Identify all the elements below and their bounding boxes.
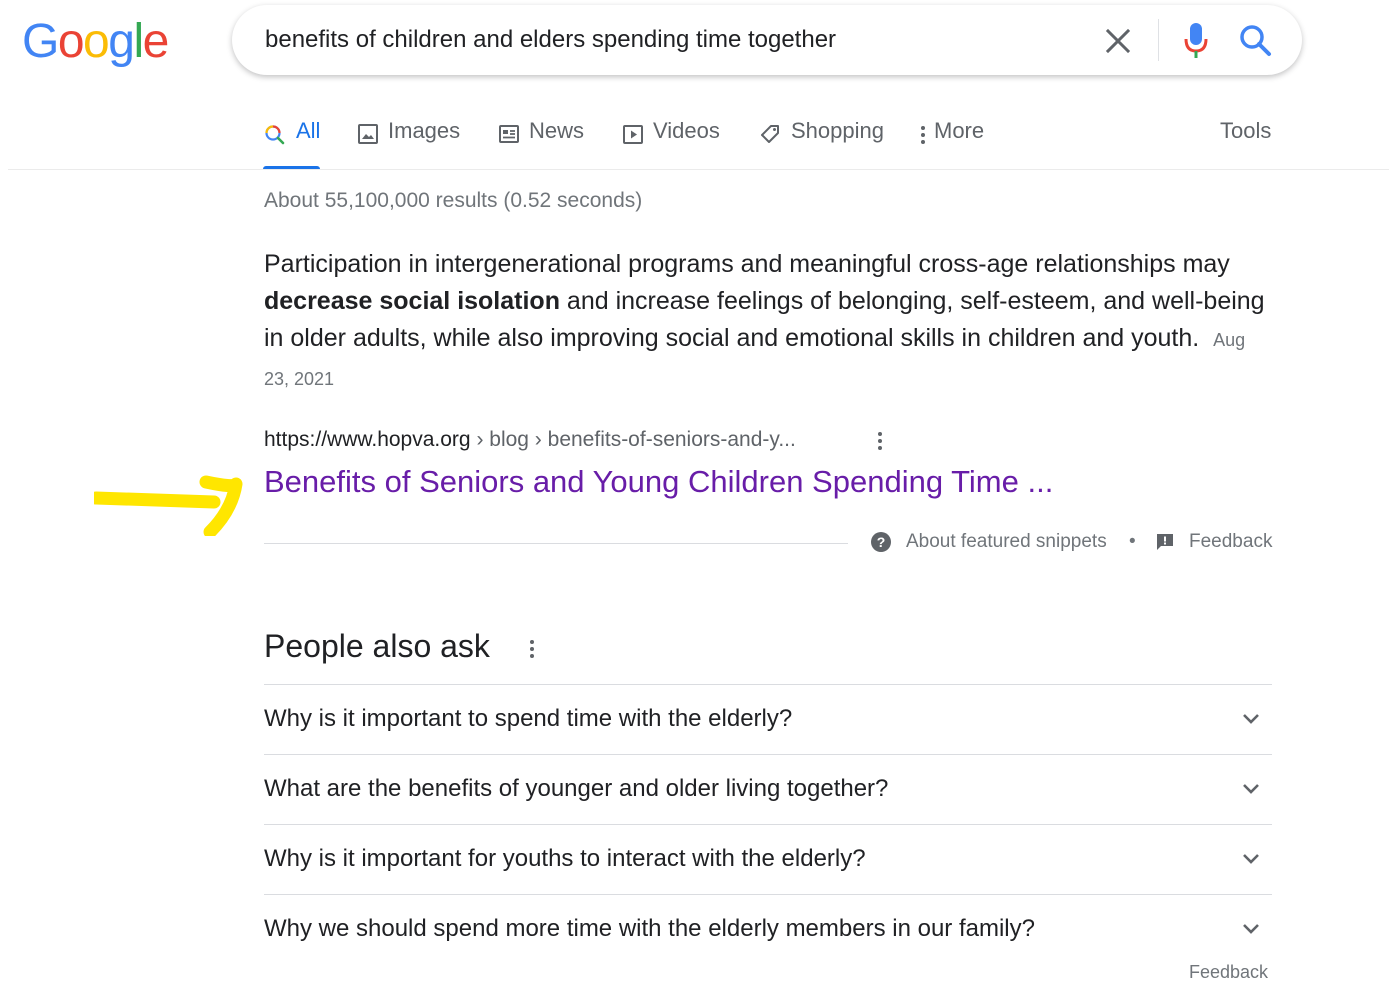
tab-all[interactable]: All [263, 118, 321, 170]
search-button[interactable] [1236, 21, 1276, 61]
tab-videos[interactable]: Videos [622, 118, 720, 170]
news-icon [499, 125, 519, 143]
paa-feedback-link[interactable]: Feedback [1189, 962, 1268, 983]
tag-icon [761, 125, 779, 143]
close-icon [1105, 28, 1131, 54]
svg-text:?: ? [877, 534, 886, 550]
search-input[interactable] [265, 5, 1085, 75]
tab-more[interactable]: More [918, 118, 984, 170]
paa-question[interactable]: What are the benefits of younger and old… [264, 754, 1272, 824]
logo-letter: o [83, 15, 110, 68]
paa-question[interactable]: Why is it important to spend time with t… [264, 684, 1272, 754]
tab-label: Videos [653, 118, 720, 143]
paa-question[interactable]: Why is it important for youths to intera… [264, 824, 1272, 894]
header-divider [8, 169, 1389, 170]
help-icon: ? [871, 532, 891, 552]
video-icon [623, 125, 643, 144]
chevron-down-icon [1243, 854, 1259, 864]
chevron-down-icon [1243, 784, 1259, 794]
paa-question[interactable]: Why we should spend more time with the e… [264, 894, 1272, 964]
tools-label: Tools [1220, 118, 1272, 143]
snippet-divider [264, 543, 848, 544]
paa-question-text: What are the benefits of younger and old… [264, 775, 889, 802]
featured-snippet-text: Participation in intergenerational progr… [264, 246, 1274, 398]
logo-letter: e [142, 15, 170, 68]
result-url[interactable]: https://www.hopva.org › blog › benefits-… [264, 428, 796, 452]
annotation-arrow-icon [94, 475, 243, 536]
result-breadcrumb: › blog › benefits-of-seniors-and-y... [470, 428, 796, 451]
search-tabs: All Images News Videos Shopping More Too… [263, 118, 1271, 170]
tab-news[interactable]: News [498, 118, 584, 170]
paa-question-text: Why is it important for youths to intera… [264, 845, 866, 872]
snippet-feedback-link[interactable]: Feedback [1155, 531, 1272, 553]
snippet-highlight: decrease social isolation [264, 287, 560, 315]
paa-question-text: Why is it important to spend time with t… [264, 705, 793, 732]
tools-button[interactable]: Tools [1220, 118, 1271, 170]
result-stats: About 55,100,000 results (0.52 seconds) [264, 189, 643, 212]
search-icon [265, 125, 285, 145]
logo-letter: g [108, 15, 135, 68]
about-featured-snippets-link[interactable]: ? About featured snippets [870, 531, 1107, 553]
voice-search-button[interactable] [1178, 19, 1214, 61]
more-vert-icon [921, 126, 925, 144]
tab-label: More [934, 118, 985, 143]
tab-label: Shopping [791, 118, 884, 143]
tab-label: All [296, 118, 321, 143]
tab-shopping[interactable]: Shopping [758, 118, 884, 170]
people-also-ask-list: Why is it important to spend time with t… [264, 684, 1272, 964]
feedback-label: Feedback [1189, 531, 1273, 552]
about-featured-snippets-label: About featured snippets [906, 531, 1107, 552]
paa-question-text: Why we should spend more time with the e… [264, 915, 1035, 942]
image-icon [358, 124, 378, 144]
clear-search-button[interactable] [1100, 23, 1136, 59]
result-domain: https://www.hopva.org [264, 428, 471, 451]
search-divider [1158, 19, 1159, 61]
search-icon [1240, 25, 1271, 56]
people-also-ask-heading: People also ask [264, 628, 490, 664]
logo-letter: o [57, 15, 85, 68]
result-options-button[interactable] [868, 428, 892, 456]
result-title-link[interactable]: Benefits of Seniors and Young Children S… [264, 464, 1053, 500]
tab-label: News [529, 118, 585, 143]
google-logo[interactable]: Google [22, 14, 170, 70]
feedback-icon [1157, 534, 1173, 550]
logo-letter: l [133, 15, 144, 68]
logo-letter: G [22, 15, 59, 68]
paa-options-button[interactable] [522, 636, 542, 664]
microphone-icon [1184, 23, 1208, 58]
tab-images[interactable]: Images [357, 118, 460, 170]
more-vert-icon [878, 432, 882, 450]
chevron-down-icon [1243, 924, 1259, 934]
tab-label: Images [388, 118, 461, 143]
snippet-text: Participation in intergenerational progr… [264, 250, 1230, 278]
separator-dot: • [1129, 531, 1136, 552]
chevron-down-icon [1243, 714, 1259, 724]
search-box [232, 5, 1302, 75]
more-vert-icon [530, 640, 534, 658]
